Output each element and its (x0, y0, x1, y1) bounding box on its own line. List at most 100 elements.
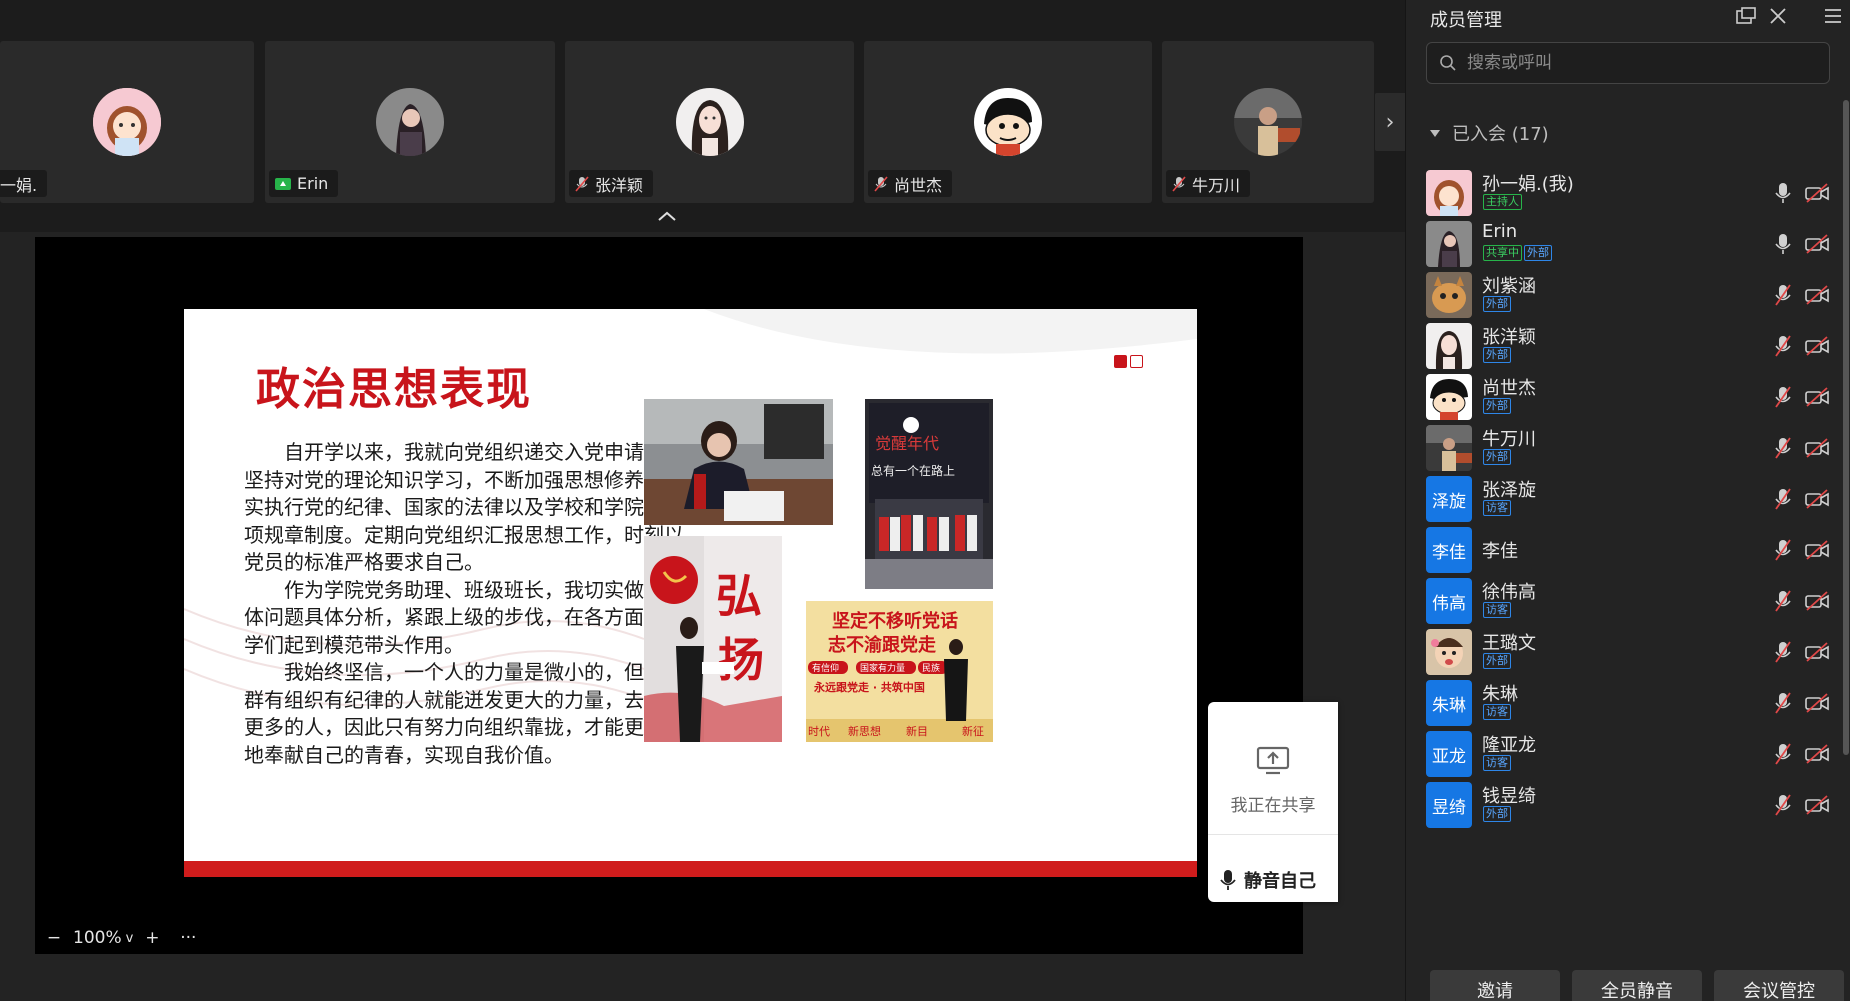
avatar: 昱绮 (1426, 782, 1472, 828)
external-badge: 外部 (1483, 347, 1511, 363)
sharing-status-text: 我正在共享 (1230, 796, 1316, 816)
camera-off-icon[interactable] (1804, 336, 1830, 356)
shared-screen: 政治思想表现 自开学以来，我就向党组织递交入党申请书，坚持对党的理论知识学习，不… (35, 237, 1338, 954)
camera-off-icon[interactable] (1804, 591, 1830, 611)
participant-name: 一娟. (0, 175, 38, 195)
camera-off-icon[interactable] (1804, 438, 1830, 458)
member-name: 钱昱绮 (1482, 786, 1536, 807)
poster-text: 永远跟党走 · 共筑中国 (813, 680, 925, 694)
tile-label: 张洋颖 (569, 170, 654, 197)
video-tile[interactable]: 尚世杰 (864, 41, 1152, 203)
caret-down-icon (1430, 129, 1440, 137)
search-input[interactable] (1467, 53, 1807, 73)
sharing-icon (275, 177, 291, 190)
mic-off-icon[interactable] (1774, 283, 1792, 307)
member-panel-footer: 邀请 全员静音 会议管控 (1430, 970, 1844, 1001)
external-badge: 外部 (1483, 653, 1511, 669)
participant-name: 尚世杰 (894, 175, 943, 195)
camera-off-icon[interactable] (1804, 744, 1830, 764)
avatar: 泽旋 (1426, 476, 1472, 522)
microphone-icon[interactable] (1774, 232, 1792, 256)
tile-label: 尚世杰 (868, 170, 953, 197)
invite-button[interactable]: 邀请 (1430, 970, 1560, 1001)
avatar: 亚龙 (1426, 731, 1472, 777)
slide-title: 政治思想表现 (256, 364, 532, 415)
panel-title: 成员管理 (1430, 10, 1502, 31)
camera-off-icon[interactable] (1804, 693, 1830, 713)
member-name: 隆亚龙 (1482, 735, 1536, 756)
search-box[interactable] (1426, 42, 1830, 84)
guest-badge: 访客 (1483, 755, 1511, 771)
mic-off-icon[interactable] (1774, 793, 1792, 817)
external-badge: 外部 (1483, 449, 1511, 465)
popout-icon[interactable] (1735, 6, 1757, 26)
host-badge: 主持人 (1483, 194, 1522, 210)
screen-share-icon[interactable] (1256, 746, 1290, 776)
participant-name: 牛万川 (1192, 175, 1241, 195)
mic-off-icon[interactable] (1774, 538, 1792, 562)
video-tile[interactable]: 牛万川 (1162, 41, 1374, 203)
strip-next-button[interactable]: › (1375, 93, 1405, 151)
camera-off-icon[interactable] (1804, 285, 1830, 305)
member-name: 王璐文 (1482, 633, 1536, 654)
zoom-level[interactable]: 100% (73, 928, 122, 948)
video-tile[interactable]: 张洋颖 (565, 41, 854, 203)
external-badge: 外部 (1483, 398, 1511, 414)
member-name: 朱琳 (1482, 684, 1518, 705)
poster-text: 国家有力量 (860, 662, 905, 674)
member-item[interactable]: 昱绮 钱昱绮 外部 (1406, 777, 1836, 837)
mic-off-icon[interactable] (1774, 436, 1792, 460)
zoom-dropdown-caret[interactable]: v (126, 931, 134, 946)
member-name: 张洋颖 (1482, 327, 1536, 348)
camera-off-icon[interactable] (1804, 489, 1830, 509)
avatar (1426, 629, 1472, 675)
mic-off-icon[interactable] (1774, 334, 1792, 358)
slide-paragraph: 我始终坚信，一个人的力量是微小的，但是一群有组织有纪律的人就能迸发更大的力量，去… (244, 660, 684, 767)
mic-off-icon[interactable] (1774, 385, 1792, 409)
avatar (1426, 170, 1472, 216)
slide-body: 自开学以来，我就向党组织递交入党申请书，坚持对党的理论知识学习，不断加强思想修养… (244, 439, 699, 769)
mic-off-icon[interactable] (1774, 589, 1792, 613)
camera-off-icon[interactable] (1804, 642, 1830, 662)
member-name: 尚世杰 (1482, 378, 1536, 399)
mute-self-button[interactable]: 静音自己 (1220, 867, 1316, 893)
member-panel-header: 成员管理 (1406, 0, 1850, 34)
more-button[interactable]: ··· (179, 928, 197, 948)
camera-off-icon[interactable] (1804, 234, 1830, 254)
avatar (1426, 221, 1472, 267)
member-name: Erin (1482, 221, 1518, 242)
microphone-icon[interactable] (1774, 181, 1792, 205)
camera-off-icon[interactable] (1804, 183, 1830, 203)
close-icon[interactable] (1767, 6, 1789, 26)
slide-paragraph: 作为学院党务助理、班级班长，我切实做到具体问题具体分析，紧跟上级的步伐，在各方面… (244, 577, 684, 657)
zoom-out-button[interactable]: − (45, 928, 63, 948)
participant-name: Erin (297, 174, 329, 193)
slide-ornament (1114, 355, 1143, 368)
menu-icon[interactable] (1822, 6, 1844, 26)
joined-group-header[interactable]: 已入会 (17) (1430, 120, 1549, 146)
mic-off-icon[interactable] (1774, 691, 1792, 715)
meeting-control-button[interactable]: 会议管控 (1714, 970, 1844, 1001)
member-list-scrollbar[interactable] (1843, 100, 1849, 755)
video-tile[interactable]: Erin (265, 41, 555, 203)
video-tile[interactable]: 一娟. (0, 41, 254, 203)
mute-all-button[interactable]: 全员静音 (1572, 970, 1702, 1001)
slide-photo-poster: 坚定不移听党话 志不渝跟党走 有信仰 国家有力量 民族 永远跟党走 · 共筑中国… (806, 601, 993, 742)
mic-off-icon[interactable] (1774, 487, 1792, 511)
mic-off-icon (575, 175, 589, 192)
camera-off-icon[interactable] (1804, 387, 1830, 407)
video-strip: 一娟. Erin 张洋颖 尚世杰 牛万川 › (0, 0, 1405, 232)
zoom-in-button[interactable]: + (143, 928, 161, 948)
mic-off-icon (874, 175, 888, 192)
slide-photo-calligraphy: 弘 扬 (644, 536, 782, 742)
microphone-icon (1220, 870, 1236, 890)
presentation-slide: 政治思想表现 自开学以来，我就向党组织递交入党申请书，坚持对党的理论知识学习，不… (184, 309, 1197, 877)
sharing-badge: 共享中 (1483, 245, 1522, 261)
avatar: 朱琳 (1426, 680, 1472, 726)
mic-off-icon[interactable] (1774, 640, 1792, 664)
chevron-up-icon[interactable] (656, 209, 678, 223)
poster-text: 新目 (906, 724, 928, 738)
camera-off-icon[interactable] (1804, 795, 1830, 815)
camera-off-icon[interactable] (1804, 540, 1830, 560)
mic-off-icon[interactable] (1774, 742, 1792, 766)
